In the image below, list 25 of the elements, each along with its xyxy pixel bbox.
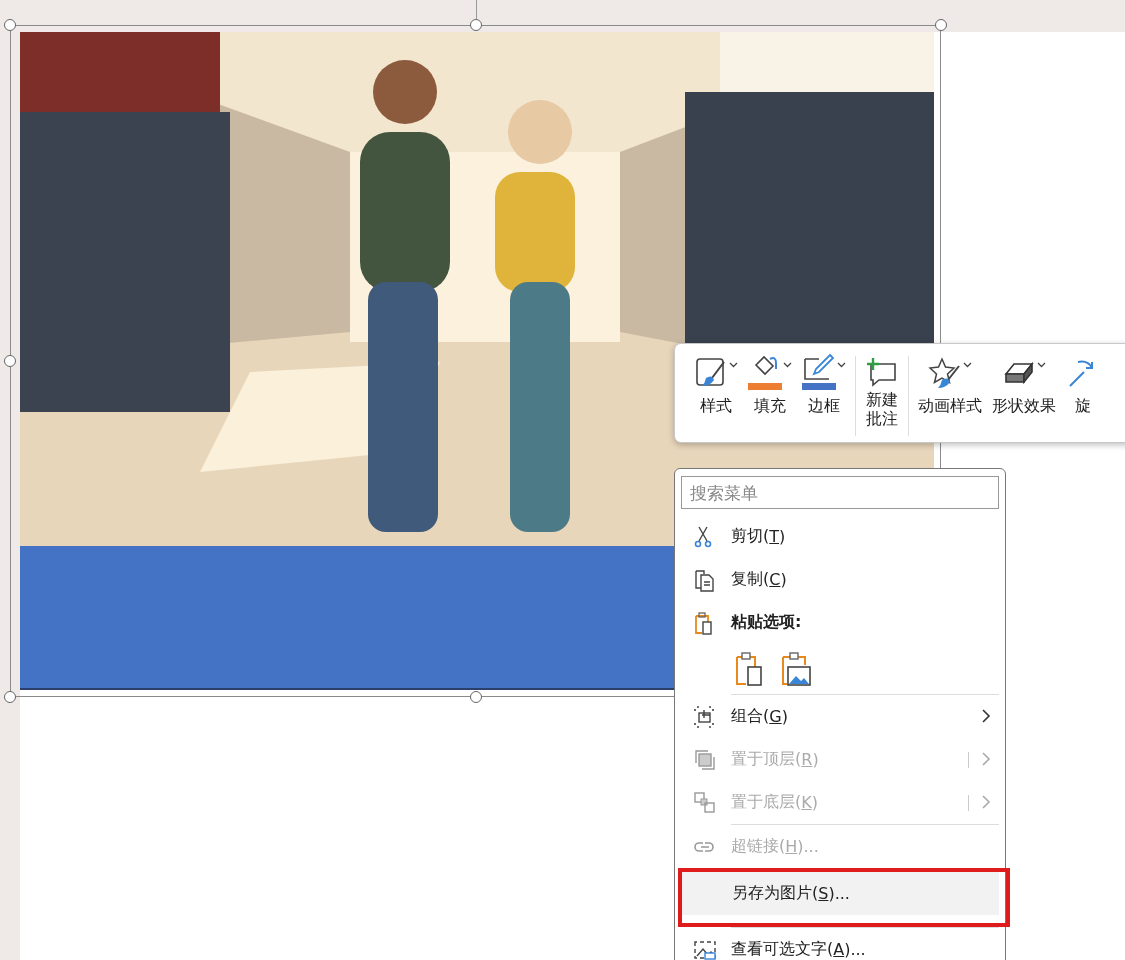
- resize-handle[interactable]: [4, 19, 16, 31]
- toolbar-button[interactable]: 动画样式: [913, 352, 987, 416]
- send-back-icon: [693, 790, 717, 815]
- menu-item[interactable]: 组合(G): [681, 695, 999, 738]
- toolbar-button[interactable]: 边框: [797, 352, 851, 416]
- bring-front-icon: [693, 747, 717, 772]
- resize-handle[interactable]: [470, 19, 482, 31]
- toolbar-button[interactable]: 填充: [743, 352, 797, 416]
- toolbar-button[interactable]: 旋: [1061, 352, 1105, 416]
- search-field[interactable]: 搜索菜单: [681, 476, 999, 509]
- resize-handle[interactable]: [935, 19, 947, 31]
- toolbar-button[interactable]: 形状效果: [987, 352, 1061, 416]
- paste-picture-icon[interactable]: [779, 651, 813, 687]
- toolbar-button[interactable]: 新建批注: [860, 352, 904, 429]
- copy-icon: [693, 567, 717, 592]
- menu-item[interactable]: 剪切(T): [681, 515, 999, 558]
- resize-handle[interactable]: [4, 355, 16, 367]
- resize-handle[interactable]: [4, 691, 16, 703]
- star-brush-icon: [928, 356, 962, 390]
- menu-item[interactable]: 另存为图片(S)...: [682, 872, 999, 915]
- group-icon: [693, 704, 717, 729]
- toolbar-button[interactable]: 样式: [689, 352, 743, 416]
- menu-item[interactable]: 查看可选文字(A)...: [681, 928, 999, 960]
- section-label: 粘贴选项:: [731, 612, 802, 633]
- menu-item[interactable]: 复制(C): [681, 558, 999, 601]
